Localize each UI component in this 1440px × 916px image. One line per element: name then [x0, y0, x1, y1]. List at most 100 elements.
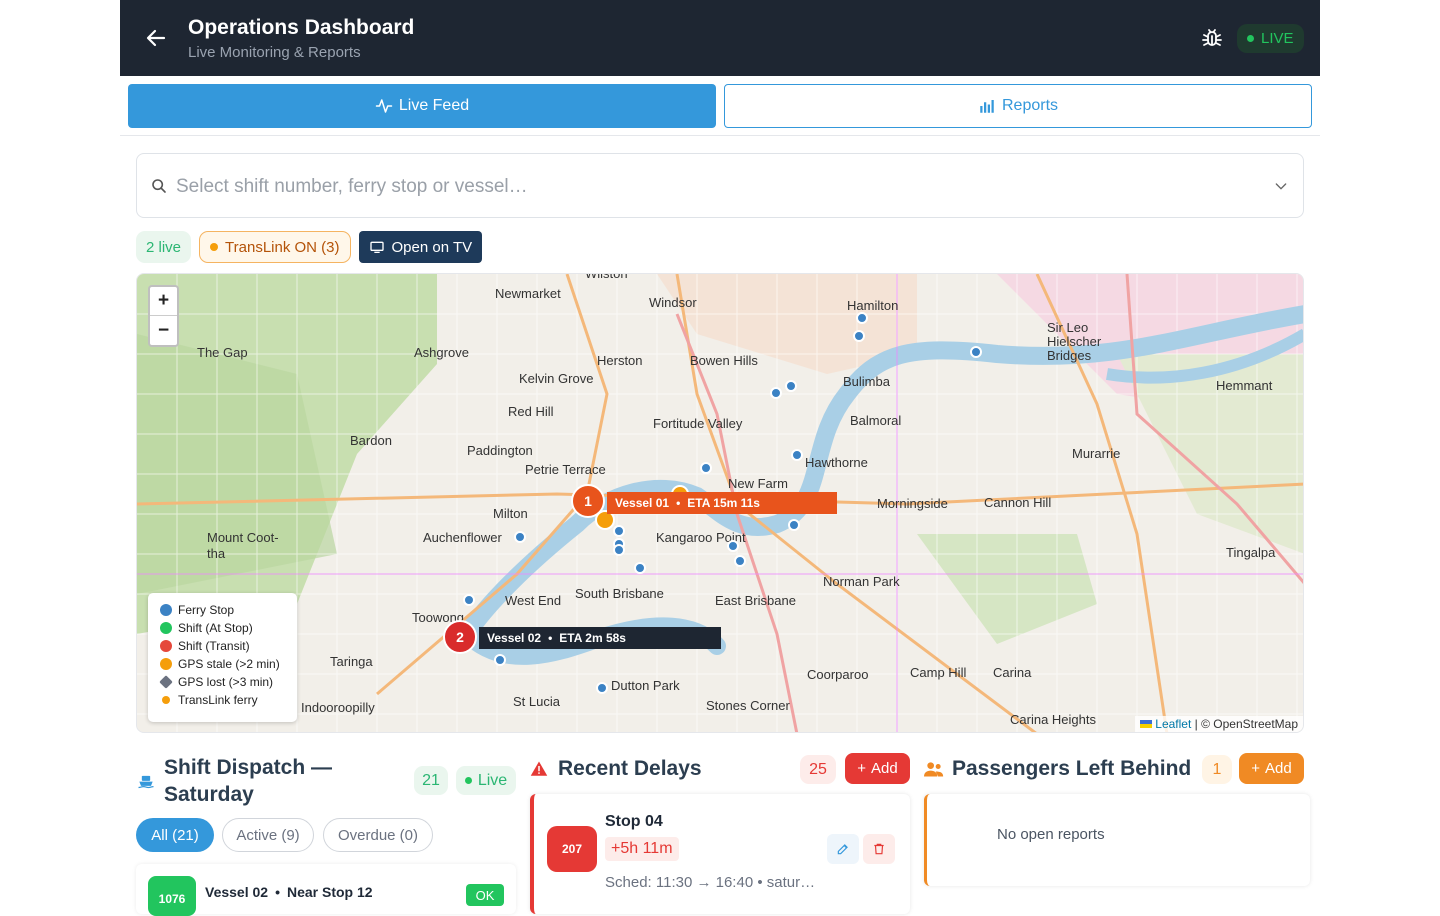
delete-delay-button[interactable] [863, 834, 895, 864]
place-label: South Brisbane [575, 586, 664, 601]
app: Operations Dashboard Live Monitoring & R… [120, 0, 1320, 916]
tab-live-feed-label: Live Feed [398, 97, 470, 114]
search-select[interactable]: Select shift number, ferry stop or vesse… [136, 153, 1304, 218]
legend-row: TransLink ferry [160, 691, 285, 709]
translink-label: TransLink ON (3) [225, 238, 340, 256]
trash-icon [874, 843, 884, 855]
empty-state: No open reports [997, 826, 1105, 843]
legend-label: GPS lost (>3 min) [178, 675, 274, 689]
live-status-badge: LIVE [1237, 24, 1304, 53]
filter-active[interactable]: Active (9) [222, 818, 314, 852]
page-title: Operations Dashboard [188, 16, 415, 39]
ferry-stop-marker[interactable] [788, 519, 800, 531]
edit-delay-button[interactable] [827, 834, 859, 864]
live-badge: Live [456, 766, 516, 795]
panel-title: Passengers Left Behind [952, 757, 1192, 780]
map[interactable]: Wilston Newmarket Windsor Hamilton Sir L… [136, 273, 1304, 733]
bug-icon[interactable] [1200, 26, 1224, 50]
open-on-tv-button[interactable]: Open on TV [358, 231, 483, 263]
place-label: Balmoral [850, 413, 902, 428]
leaflet-link[interactable]: Leaflet [1155, 717, 1191, 731]
tab-live-feed[interactable]: Live Feed [128, 84, 716, 128]
vessel-name: Vessel 02 [487, 631, 542, 645]
chevron-down-icon[interactable] [1273, 178, 1289, 194]
ferry-stop-marker[interactable] [514, 531, 526, 543]
legend-label: Shift (At Stop) [178, 621, 253, 635]
place-label: Cannon Hill [984, 495, 1052, 510]
translink-toggle[interactable]: TransLink ON (3) [199, 231, 351, 263]
add-left-behind-button[interactable]: + Add [1239, 753, 1304, 784]
ferry-stop-marker[interactable] [727, 540, 739, 552]
shift-count-badge: 21 [414, 766, 448, 795]
ferry-stop-marker[interactable] [791, 449, 803, 461]
legend-dot-icon [160, 640, 172, 652]
users-icon [924, 762, 944, 777]
separator: • [548, 631, 553, 645]
search-placeholder: Select shift number, ferry stop or vesse… [176, 176, 528, 197]
map-legend: Ferry Stop Shift (At Stop) Shift (Transi… [148, 593, 297, 722]
ferry-stop-marker[interactable] [613, 544, 625, 556]
page-subtitle: Live Monitoring & Reports [188, 44, 361, 61]
filter-all[interactable]: All (21) [136, 818, 214, 852]
legend-dot-icon [162, 696, 170, 704]
ferry-stop-marker[interactable] [634, 562, 646, 574]
filter-overdue[interactable]: Overdue (0) [323, 818, 433, 852]
status-chips: 2 live TransLink ON (3) Open on TV [136, 230, 483, 264]
place-label: The Gap [197, 345, 248, 360]
tab-reports-label: Reports [1001, 97, 1059, 114]
live-dot-icon [1247, 35, 1254, 42]
shift-location: Near Stop 12 [286, 884, 373, 900]
ferry-stop-marker[interactable] [596, 682, 608, 694]
back-arrow-icon[interactable] [144, 26, 168, 50]
legend-dot-icon [160, 658, 172, 670]
place-label: Hemmant [1216, 378, 1273, 393]
place-label: Red Hill [508, 404, 554, 419]
ferry-stop-marker[interactable] [970, 346, 982, 358]
ferry-stop-marker[interactable] [463, 594, 475, 606]
add-delay-button[interactable]: + Add [845, 753, 910, 784]
zoom-in-button[interactable]: + [150, 287, 177, 316]
live-dot-icon [464, 777, 472, 784]
vessel-label[interactable]: Vessel 02 • ETA 2m 58s [479, 627, 721, 649]
place-label: Murarrie [1072, 446, 1121, 461]
monitor-icon [369, 241, 384, 253]
shift-row[interactable]: 1076 Vessel 02 • Near Stop 12 OK [136, 864, 516, 916]
place-label: St Lucia [513, 694, 560, 709]
place-label: Carina Heights [1010, 712, 1096, 727]
legend-row: GPS stale (>2 min) [160, 655, 285, 673]
ferry-stop-marker[interactable] [700, 462, 712, 474]
vessel-marker[interactable]: 2 [443, 620, 477, 654]
ferry-stop-marker[interactable] [613, 525, 625, 537]
zoom-out-button[interactable]: − [150, 316, 177, 345]
delay-number-badge: 207 [547, 826, 597, 872]
place-label: East Brisbane [715, 593, 796, 608]
ferry-stop-marker[interactable] [856, 312, 868, 324]
legend-dot-icon [160, 604, 172, 616]
legend-label: GPS stale (>2 min) [178, 657, 280, 671]
ferry-stop-marker[interactable] [770, 387, 782, 399]
delay-card[interactable]: 207 Stop 04 +5h 11m Sched: 11:30 → 16:40… [530, 794, 910, 914]
add-left-behind-label: Add [1265, 760, 1292, 777]
place-label: Windsor [649, 295, 697, 310]
tab-reports[interactable]: Reports [724, 84, 1312, 128]
shift-number-badge: 1076 [148, 876, 196, 916]
ferry-icon [138, 775, 154, 789]
delay-schedule: Sched: 11:30 → 16:40 • satur… [605, 874, 816, 891]
place-label: Bulimba [843, 374, 890, 389]
status-badge: OK [466, 884, 504, 906]
vessel-label[interactable]: Vessel 01 • ETA 15m 11s [607, 492, 837, 514]
place-label: Bardon [350, 433, 392, 448]
place-label: Camp Hill [910, 665, 967, 680]
ferry-stop-marker[interactable] [785, 380, 797, 392]
edit-icon [837, 844, 848, 855]
open-on-tv-label: Open on TV [391, 238, 473, 256]
place-label: Wilston [585, 273, 628, 281]
left-behind-count-badge: 1 [1202, 755, 1232, 784]
ferry-stop-marker[interactable] [494, 654, 506, 666]
place-label: Hawthorne [805, 455, 868, 470]
place-label: Herston [597, 353, 643, 368]
ferry-stop-marker[interactable] [853, 330, 865, 342]
vessel-marker[interactable]: 1 [571, 484, 605, 518]
ferry-stop-marker[interactable] [734, 555, 746, 567]
place-label: Stones Corner [706, 698, 790, 713]
